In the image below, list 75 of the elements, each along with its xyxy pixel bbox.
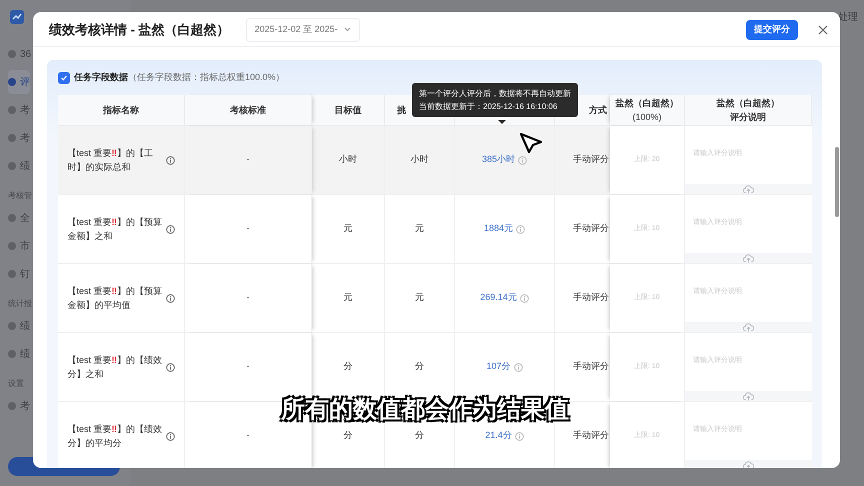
value-link[interactable]: 385小时 [482,153,516,167]
pointer-icon [519,132,543,154]
column-header: 指标名称 [103,104,139,117]
value-link[interactable]: 1884元 [484,222,514,236]
table-cell-text: 手动评分 [573,153,609,166]
close-icon[interactable] [818,24,828,34]
info-icon[interactable] [166,156,174,164]
column-header: 挑 [397,104,406,117]
table-cell-text: 分 [344,429,352,442]
table-cell-text: 分 [415,429,424,442]
column-header: 考核标准 [230,104,266,117]
table-cell-text: - [246,429,250,442]
table-cell-text: 元 [415,291,424,304]
section-checkbox[interactable] [58,72,70,84]
table-cell-text: 手动评分 [573,429,609,442]
upload-icon[interactable] [743,254,754,262]
indicator-name: 【test 重要‼】的【工时】的实际总和 [68,147,154,174]
info-icon[interactable] [166,224,174,234]
app-logo-icon [10,10,24,24]
submit-button[interactable]: 提交评分 [746,20,798,40]
dialog-title: 绩效考核详情 - 盐然（白超然） [49,20,230,39]
table-cell-text: - [246,360,250,374]
upload-icon[interactable] [743,392,754,400]
table-cell-text: 手动评分 [573,360,609,374]
tooltip: 第一个评分人评分后，数据将不再自动更新 当前数据更新于：2025-12-16 16:10:06 [412,83,578,117]
table-cell-text: 元 [344,291,352,304]
sidebar-item[interactable]: 全 [8,206,30,230]
sidebar-item[interactable]: 钉 [8,262,30,286]
table-cell-text: - [246,153,250,166]
info-icon[interactable] [166,294,174,302]
chevron-down-icon [344,27,351,32]
date-range-picker[interactable]: 2025-12-02 至 2025- [246,18,360,42]
table-cell-text: 元 [415,222,424,236]
section-subtitle: （任务字段数据：指标总权重100.0%） [128,71,285,84]
table-cell-text: 手动评分 [573,291,609,304]
table-cell-text: 小时 [339,153,357,166]
table-cell-text: - [246,222,250,236]
column-header: 盐然（白超然） 评分说明 [716,97,780,124]
column-header: 盐然（白超然） (100%) [616,97,678,124]
sidebar-item[interactable]: 36 [8,42,32,66]
sidebar-item[interactable]: 绩 [8,342,30,366]
table-cell-text: 元 [344,222,352,236]
indicator-name: 【test 重要‼】的【预算金额】之和 [68,216,162,243]
sidebar-item[interactable]: 考 [8,98,30,122]
indicator-name: 【test 重要‼】的【绩效分】之和 [68,354,162,381]
table-cell-text: 小时 [410,153,428,166]
value-link[interactable]: 107分 [486,360,511,374]
indicator-name: 【test 重要‼】的【预算金额】的平均值 [68,285,162,312]
scrollbar[interactable] [835,147,839,217]
value-link[interactable]: 269.14元 [480,291,517,305]
upload-icon[interactable] [743,460,754,468]
section-title: 任务字段数据 [74,71,128,84]
sidebar-item[interactable]: 评 [8,70,30,94]
value-link[interactable]: 21.4分 [485,429,512,443]
column-header: 方式 [589,104,607,117]
sidebar-group-title: 设置 [8,378,24,390]
sidebar-item[interactable]: 市 [8,234,30,258]
column-header: 目标值 [334,104,362,117]
table-cell-text: 手动评分 [573,222,609,236]
table-cell-text: - [246,291,250,304]
upload-icon[interactable] [743,322,754,332]
info-icon[interactable] [166,432,174,440]
check-icon [60,74,68,82]
sidebar-item[interactable]: 绩 [8,314,30,338]
info-icon[interactable] [166,362,174,372]
tooltip-arrow [498,120,506,124]
sidebar-group-title: 统计报 [8,298,32,310]
upload-icon[interactable] [743,184,754,194]
sidebar-group-title: 考核管 [8,190,32,202]
sidebar-item[interactable]: 绩 [8,154,30,178]
sidebar-item[interactable]: 考 [8,394,30,418]
table-cell-text: 分 [415,360,424,374]
table-cell-text: 分 [344,360,352,374]
indicator-name: 【test 重要‼】的【绩效分】的平均分 [68,423,162,450]
sidebar-item[interactable]: 考 [8,126,30,150]
